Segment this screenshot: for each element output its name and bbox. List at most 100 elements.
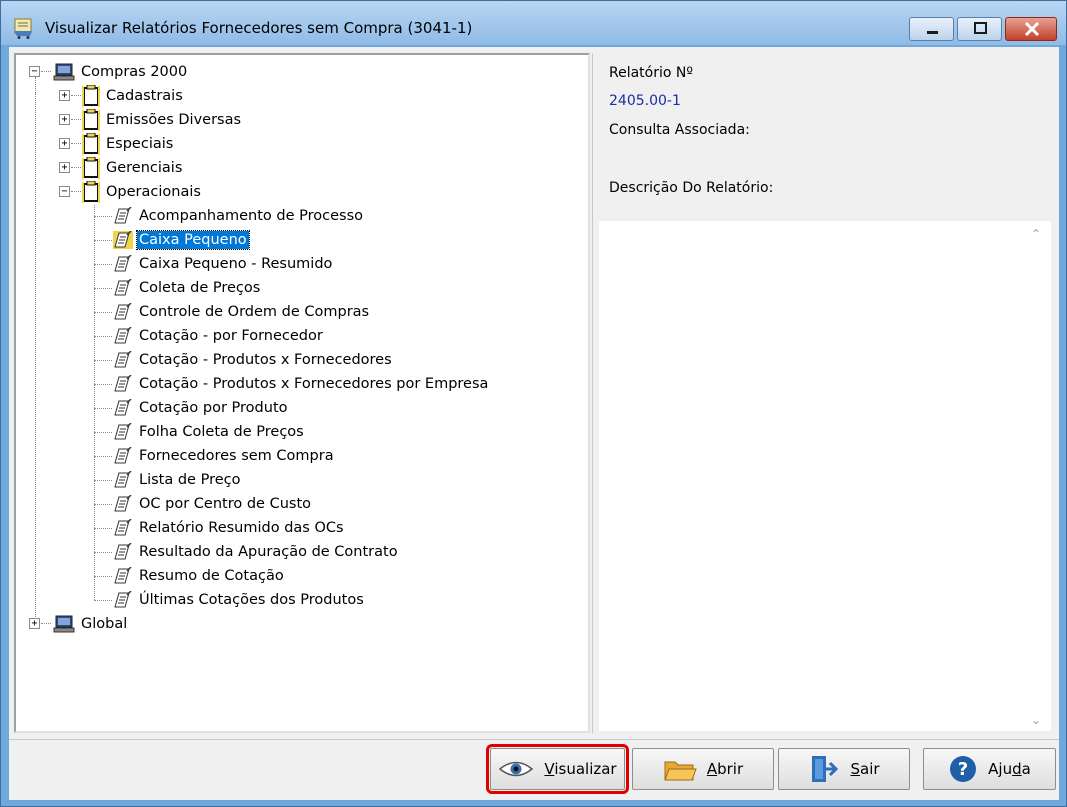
tree-item-label: OC por Centro de Custo [139,496,311,512]
visualizar-label: Visualizar [544,760,617,778]
minimize-button[interactable] [909,17,954,41]
report-document-icon [114,207,132,224]
report-info-panel: Relatório Nº 2405.00-1 Consulta Associad… [592,53,1054,733]
ajuda-button[interactable]: ? Ajuda [923,748,1056,790]
tree-connector-line [94,576,112,577]
exit-door-icon [812,756,839,782]
tree-item-label: Gerenciais [106,160,183,176]
report-item[interactable]: Acompanhamento de Processo [113,205,365,227]
minimize-icon [927,31,938,34]
tree-item-label: Operacionais [106,184,201,200]
tree-item-label: Resumo de Cotação [139,568,284,584]
tree-item-label: Folha Coleta de Preços [139,424,304,440]
visualizar-button[interactable]: Visualizar [486,744,629,794]
expand-toggle[interactable]: + [59,162,70,173]
tree-folder[interactable]: Gerenciais [82,157,184,179]
tree-item-label: Cotação por Produto [139,400,288,416]
tree-folder[interactable]: Emissões Diversas [82,109,243,131]
tree-item-label: Relatório Resumido das OCs [139,520,344,536]
tree-connector-line [94,504,112,505]
tree-item-label: Caixa Pequeno [136,230,250,250]
report-item[interactable]: Cotação - por Fornecedor [113,325,325,347]
close-icon [1024,21,1040,37]
tree-node-global[interactable]: Global [53,613,129,635]
report-cart-icon [14,18,32,39]
tree-item-label: Últimas Cotações dos Produtos [139,592,364,608]
tree-connector-line [71,119,81,120]
maximize-button[interactable] [957,17,1002,41]
tree-connector-line [94,240,112,241]
tree-connector-line [94,216,112,217]
abrir-label: Abrir [706,760,744,778]
report-number-value: 2405.00-1 [609,93,681,109]
sair-button[interactable]: Sair [778,748,910,790]
report-document-icon [114,255,132,272]
report-item[interactable]: Fornecedores sem Compra [113,445,336,467]
collapse-toggle[interactable]: − [59,186,70,197]
report-document-icon [114,519,132,536]
report-document-icon [114,423,132,440]
close-button[interactable] [1005,17,1057,41]
report-item[interactable]: Caixa Pequeno - Resumido [113,253,334,275]
tree-node-compras[interactable]: Compras 2000 [53,61,189,83]
report-item[interactable]: OC por Centro de Custo [113,493,313,515]
maximize-icon [974,22,987,34]
tree-connector-line [71,191,81,192]
main-window: Visualizar Relatórios Fornecedores sem C… [0,0,1067,807]
report-item[interactable]: Cotação por Produto [113,397,290,419]
expand-toggle[interactable]: + [59,138,70,149]
report-item[interactable]: Cotação - Produtos x Fornecedores [113,349,394,371]
help-circle-icon: ? [950,756,977,782]
tree-folder[interactable]: Especiais [82,133,175,155]
tree-item-label: Caixa Pequeno - Resumido [139,256,333,272]
expand-toggle[interactable]: + [29,618,40,629]
report-item[interactable]: Últimas Cotações dos Produtos [113,589,366,611]
clipboard-folder-icon [82,109,100,131]
tree-item-label: Lista de Preço [139,472,241,488]
report-item[interactable]: Resultado da Apuração de Contrato [113,541,400,563]
expand-toggle[interactable]: + [59,114,70,125]
tree-item-label: Acompanhamento de Processo [139,208,363,224]
report-item[interactable]: Lista de Preço [113,469,242,491]
computer-icon [53,63,75,81]
collapse-toggle[interactable]: − [29,66,40,77]
expand-toggle[interactable]: + [59,90,70,101]
report-item[interactable]: Resumo de Cotação [113,565,286,587]
report-item[interactable]: Folha Coleta de Preços [113,421,306,443]
report-tree[interactable]: − Compras 2000 + Cadastrais + Emissões Divers… [14,53,590,733]
tree-connector-line [71,143,81,144]
report-document-icon [114,567,132,584]
tree-connector-line [41,623,51,624]
tree-connector-line [94,336,112,337]
tree-connector-line [94,205,95,600]
clipboard-folder-icon [82,181,100,203]
report-item[interactable]: Coleta de Preços [113,277,262,299]
tree-connector-line [94,480,112,481]
tree-folder[interactable]: Operacionais [82,181,203,203]
tree-item-label: Emissões Diversas [106,112,242,128]
report-item[interactable]: Controle de Ordem de Compras [113,301,371,323]
report-item[interactable]: Cotação - Produtos x Fornecedores por Em… [113,373,490,395]
tree-connector-line [94,264,112,265]
tree-connector-line [94,432,112,433]
clipboard-folder-icon [82,133,100,155]
descricao-label: Descrição Do Relatório: [609,180,774,196]
tree-item-label: Global [81,616,128,632]
report-document-icon [114,591,132,608]
scroll-up-icon[interactable]: ⌃ [1031,227,1041,241]
title-bar[interactable]: Visualizar Relatórios Fornecedores sem C… [1,1,1066,45]
tree-item-label: Cadastrais [106,88,183,104]
tree-connector-line [94,288,112,289]
tree-folder[interactable]: Cadastrais [82,85,185,107]
clipboard-folder-icon [82,85,100,107]
scroll-down-icon[interactable]: ⌄ [1031,713,1041,727]
description-textbox[interactable]: ⌃ ⌄ [599,221,1051,731]
report-document-icon [114,375,132,392]
abrir-button[interactable]: Abrir [632,748,774,790]
report-item[interactable]: Caixa Pequeno [113,229,250,251]
tree-item-label: Controle de Ordem de Compras [139,304,370,320]
folder-open-icon [664,761,697,781]
report-document-icon [114,279,132,296]
tree-connector-line [71,167,81,168]
report-item[interactable]: Relatório Resumido das OCs [113,517,346,539]
